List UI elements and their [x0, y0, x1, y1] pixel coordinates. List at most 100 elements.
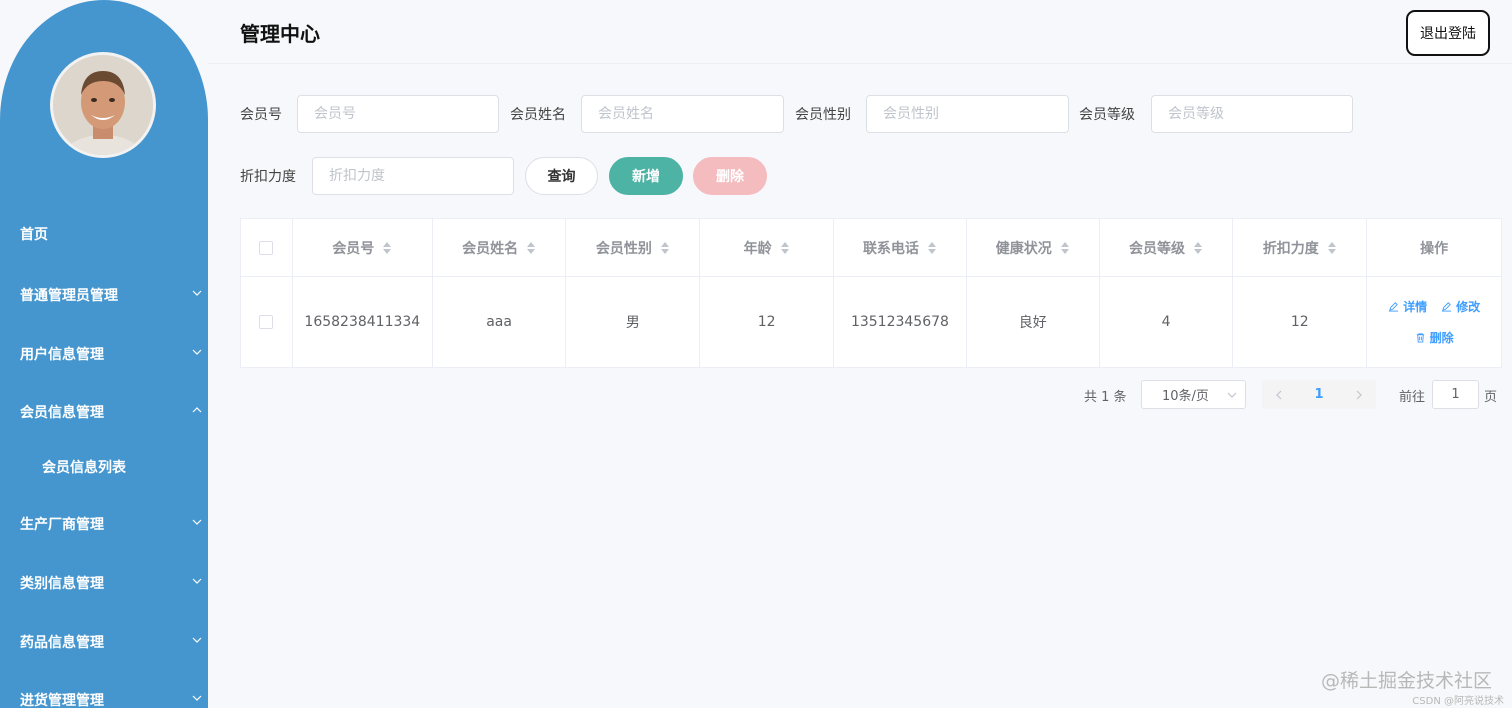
avatar[interactable] [50, 52, 156, 158]
chevron-right-icon[interactable] [1354, 390, 1364, 400]
chevron-down-icon [192, 635, 202, 645]
sort-icon[interactable] [526, 241, 536, 255]
cell-health: 良好 [967, 277, 1100, 367]
column-header-age[interactable]: 年龄 [700, 219, 835, 276]
sort-icon[interactable] [927, 241, 937, 255]
column-header-level[interactable]: 会员等级 [1100, 219, 1234, 276]
menu-item-category-management[interactable]: 类别信息管理 [0, 563, 208, 603]
column-label: 健康状况 [995, 240, 1052, 257]
member-name-input[interactable] [581, 95, 784, 133]
avatar-image [53, 55, 153, 155]
discount-input[interactable] [312, 157, 514, 195]
sort-icon[interactable] [660, 241, 670, 255]
table-header: 会员号 会员姓名 会员性别 年龄 联系电话 健康状况 会员等级 折扣力度 操作 [241, 219, 1501, 277]
edit-icon [1442, 302, 1452, 312]
cell-gender: 男 [566, 277, 701, 367]
column-header-gender[interactable]: 会员性别 [566, 219, 701, 276]
add-button[interactable]: 新增 [609, 157, 683, 195]
column-header-discount[interactable]: 折扣力度 [1233, 219, 1368, 276]
menu-label: 普通管理员管理 [20, 288, 118, 304]
action-row: 详情 修改 [1388, 298, 1480, 315]
pagination-nav: 1 [1262, 380, 1376, 409]
menu-item-purchase-management[interactable]: 进货管理管理 [0, 680, 208, 708]
page-size-select[interactable]: 10条/页 [1141, 380, 1246, 409]
row-delete-link[interactable]: 删除 [1415, 329, 1454, 346]
menu-item-member-management[interactable]: 会员信息管理 [0, 392, 208, 432]
edit-icon [1388, 302, 1399, 312]
header: 管理中心 退出登陆 [208, 0, 1512, 64]
menu-label: 生产厂商管理 [20, 517, 104, 533]
edit-label: 修改 [1456, 300, 1481, 314]
menu-label: 药品信息管理 [20, 635, 104, 651]
column-header-health[interactable]: 健康状况 [967, 219, 1100, 276]
sort-icon[interactable] [382, 241, 392, 255]
member-no-label: 会员号 [240, 107, 282, 123]
column-header-member-no[interactable]: 会员号 [293, 219, 433, 276]
edit-link[interactable]: 修改 [1441, 298, 1480, 315]
menu-label: 首页 [20, 227, 48, 243]
watermark-sub: CSDN @阿亮说技术 [1412, 696, 1504, 707]
trash-icon [1416, 333, 1424, 343]
page-title: 管理中心 [240, 22, 320, 46]
column-label: 会员性别 [595, 240, 652, 257]
menu-item-user-management[interactable]: 用户信息管理 [0, 334, 208, 374]
column-header-phone[interactable]: 联系电话 [834, 219, 967, 276]
menu-item-member-list[interactable]: 会员信息列表 [0, 447, 208, 487]
menu-item-home[interactable]: 首页 [0, 214, 208, 254]
row-checkbox[interactable] [259, 315, 274, 329]
column-label: 折扣力度 [1262, 240, 1319, 257]
menu-item-drug-management[interactable]: 药品信息管理 [0, 622, 208, 662]
cell-actions: 详情 修改 删除 [1367, 277, 1501, 367]
chevron-down-icon [192, 288, 202, 298]
member-no-input[interactable] [297, 95, 499, 133]
column-label: 会员号 [332, 240, 375, 257]
chevron-down-icon [192, 517, 202, 527]
menu-item-manufacturer-management[interactable]: 生产厂商管理 [0, 504, 208, 544]
menu-label: 用户信息管理 [20, 347, 104, 363]
sort-icon[interactable] [1193, 241, 1203, 255]
column-header-name[interactable]: 会员姓名 [433, 219, 567, 276]
member-level-input[interactable] [1151, 95, 1353, 133]
batch-delete-button[interactable]: 删除 [693, 157, 767, 195]
query-button[interactable]: 查询 [525, 157, 598, 195]
page-size-value: 10条/页 [1162, 389, 1209, 404]
column-label: 年龄 [743, 240, 772, 257]
menu-label: 进货管理管理 [20, 693, 104, 708]
row-select-cell [241, 277, 293, 367]
member-name-label: 会员姓名 [510, 107, 566, 123]
table-row: 1658238411334 aaa 男 12 13512345678 良好 4 … [241, 277, 1501, 367]
column-header-actions: 操作 [1367, 219, 1501, 276]
chevron-up-icon [192, 405, 202, 415]
menu-label: 会员信息管理 [20, 405, 104, 421]
detail-label: 详情 [1403, 300, 1428, 314]
sidebar: 首页 普通管理员管理 用户信息管理 会员信息管理 会员信息列表 生产厂商管理 类… [0, 0, 208, 708]
goto-page-input[interactable] [1432, 380, 1479, 409]
menu-item-admin-management[interactable]: 普通管理员管理 [0, 275, 208, 315]
select-all-cell [241, 219, 293, 276]
cell-discount: 12 [1233, 277, 1368, 367]
chevron-left-icon[interactable] [1274, 390, 1284, 400]
page-number[interactable]: 1 [1314, 387, 1323, 402]
watermark: @稀土掘金技术社区 [1320, 670, 1492, 692]
menu-label: 会员信息列表 [42, 460, 126, 476]
delete-label: 删除 [1429, 331, 1454, 345]
member-table: 会员号 会员姓名 会员性别 年龄 联系电话 健康状况 会员等级 折扣力度 操作 … [240, 218, 1502, 368]
chevron-down-icon [192, 576, 202, 586]
detail-link[interactable]: 详情 [1388, 298, 1427, 315]
page-suffix: 页 [1484, 390, 1498, 405]
cell-level: 4 [1100, 277, 1234, 367]
goto-label: 前往 [1399, 390, 1426, 405]
select-all-checkbox[interactable] [259, 240, 274, 255]
member-gender-input[interactable] [866, 95, 1069, 133]
logout-button[interactable]: 退出登陆 [1406, 10, 1490, 56]
cell-member-no: 1658238411334 [293, 277, 433, 367]
pagination-total: 共 1 条 [1084, 390, 1127, 405]
chevron-down-icon [1227, 392, 1237, 398]
sort-icon[interactable] [1060, 241, 1070, 255]
column-label: 联系电话 [862, 240, 919, 257]
column-label: 会员姓名 [462, 240, 519, 257]
cell-phone: 13512345678 [834, 277, 967, 367]
discount-label: 折扣力度 [240, 169, 296, 185]
sort-icon[interactable] [780, 241, 790, 255]
sort-icon[interactable] [1327, 241, 1337, 255]
